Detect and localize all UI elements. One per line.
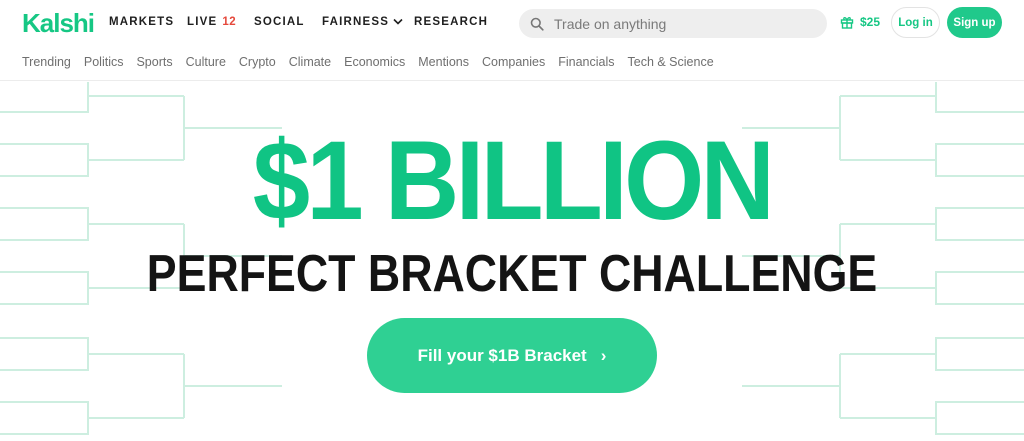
category-culture[interactable]: Culture — [186, 55, 226, 69]
search-input[interactable] — [554, 15, 814, 32]
category-crypto[interactable]: Crypto — [239, 55, 276, 69]
nav-fairness-label: FAIRNESS — [322, 16, 390, 28]
chevron-right-icon: › — [600, 345, 607, 365]
fill-bracket-button[interactable]: Fill your $1B Bracket › — [367, 318, 657, 393]
top-header: Kalshi MARKETS LIVE 12 SOCIAL FAIRNESS RE… — [0, 0, 1024, 81]
nav-social[interactable]: SOCIAL — [254, 16, 305, 28]
kalshi-logo[interactable]: Kalshi — [22, 8, 95, 39]
search-icon — [530, 17, 544, 31]
nav-research[interactable]: RESEARCH — [414, 16, 488, 28]
balance-amount: $25 — [860, 15, 881, 29]
signup-button[interactable]: Sign up — [947, 7, 1002, 38]
category-nav: Trending Politics Sports Culture Crypto Clima… — [22, 55, 727, 69]
bracket-line — [0, 82, 89, 113]
cta-label: Fill your $1B Bracket — [417, 345, 587, 365]
category-politics[interactable]: Politics — [84, 55, 124, 69]
bracket-line — [0, 401, 89, 435]
bracket-line — [0, 337, 89, 371]
category-companies[interactable]: Companies — [482, 55, 545, 69]
bracket-line — [935, 401, 1024, 435]
login-button[interactable]: Log in — [891, 7, 940, 38]
category-sports[interactable]: Sports — [136, 55, 172, 69]
hero-headline: $1 BILLION — [252, 118, 775, 243]
nav-markets[interactable]: MARKETS — [109, 16, 174, 28]
nav-fairness[interactable]: FAIRNESS — [322, 16, 403, 28]
category-financials[interactable]: Financials — [558, 55, 614, 69]
gift-icon — [840, 17, 854, 29]
hero-subheadline: PERFECT BRACKET CHALLENGE — [146, 245, 878, 303]
category-tech-science[interactable]: Tech & Science — [628, 55, 714, 69]
category-trending[interactable]: Trending — [22, 55, 71, 69]
search-bar[interactable] — [519, 9, 827, 38]
nav-live[interactable]: LIVE 12 — [187, 16, 236, 28]
bracket-line — [935, 337, 1024, 371]
live-count-badge: 12 — [222, 16, 237, 28]
category-climate[interactable]: Climate — [289, 55, 331, 69]
hero-banner: $1 BILLION PERFECT BRACKET CHALLENGE Fil… — [0, 82, 1024, 441]
balance-button[interactable]: $25 — [840, 15, 880, 29]
bracket-line — [935, 82, 1024, 113]
category-mentions[interactable]: Mentions — [418, 55, 469, 69]
chevron-down-icon — [393, 18, 403, 25]
category-economics[interactable]: Economics — [344, 55, 405, 69]
nav-live-label: LIVE — [187, 16, 218, 28]
